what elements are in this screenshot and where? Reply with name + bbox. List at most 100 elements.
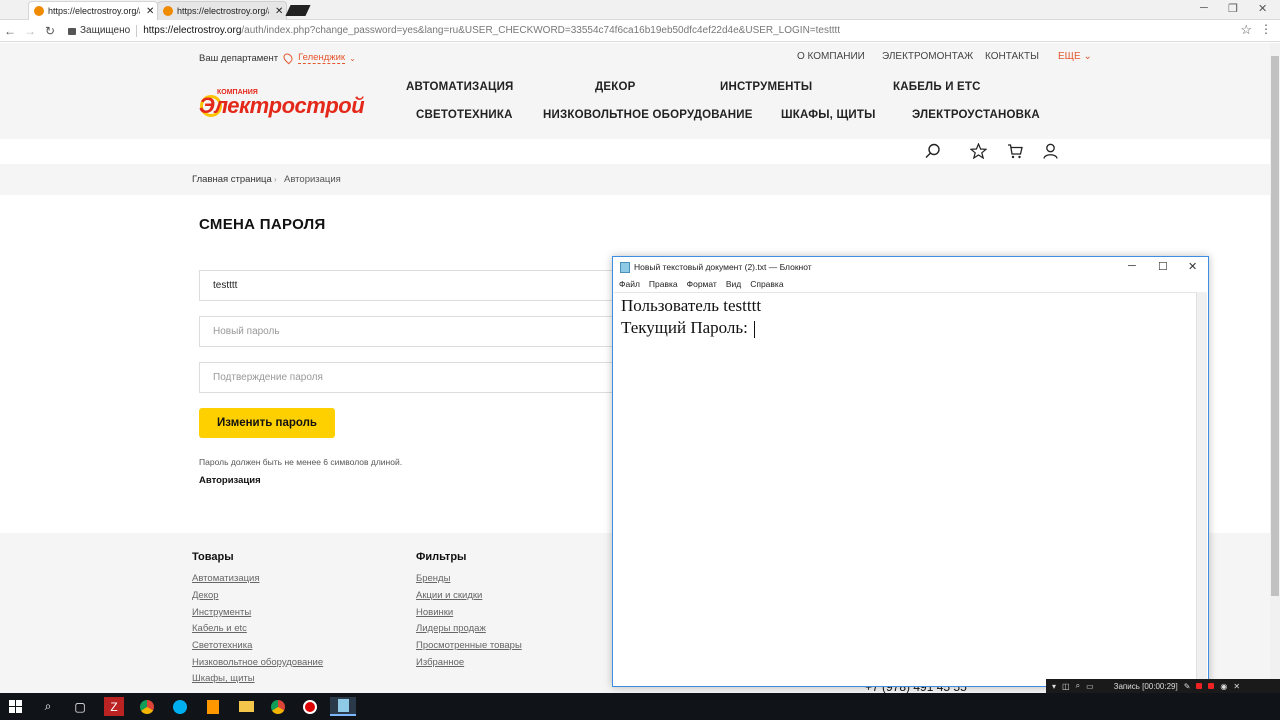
menu-file[interactable]: Файл: [619, 279, 640, 289]
close-icon[interactable]: ✕: [1188, 260, 1197, 273]
lock-icon: [68, 28, 76, 35]
browser-tab-strip: https://electrostroy.org/a ✕ https://ele…: [0, 0, 1280, 20]
start-button[interactable]: [5, 697, 25, 716]
confirm-password-field[interactable]: Подтверждение пароля: [199, 362, 619, 393]
notepad-title-bar[interactable]: Новый текстовый документ (2).txt — Блокн…: [613, 257, 1208, 277]
chrome-icon[interactable]: [268, 697, 288, 716]
filezilla-icon[interactable]: Z: [104, 697, 124, 716]
footer-link[interactable]: Декор: [192, 590, 219, 601]
chrome-icon[interactable]: [137, 697, 157, 716]
footer-link[interactable]: Акции и скидки: [416, 590, 482, 601]
forward-icon[interactable]: →: [20, 24, 40, 38]
back-icon[interactable]: ←: [0, 24, 20, 38]
reload-icon[interactable]: ↻: [40, 24, 60, 38]
footer-link[interactable]: Бренды: [416, 573, 450, 584]
breadcrumb-home[interactable]: Главная страница: [192, 174, 272, 185]
department-label: Ваш департамент: [199, 52, 279, 64]
security-label: Защищено: [80, 25, 131, 36]
menu-lighting[interactable]: СВЕТОТЕХНИКА: [416, 109, 513, 121]
region-icon[interactable]: ▭: [1086, 682, 1094, 691]
text-line: Пользователь testttt: [621, 296, 762, 315]
menu-automation[interactable]: АВТОМАТИЗАЦИЯ: [406, 81, 514, 93]
close-icon[interactable]: ✕: [1233, 682, 1240, 691]
login-field[interactable]: testttt: [199, 270, 619, 301]
camera-icon[interactable]: ◫: [1062, 682, 1070, 691]
footer-link[interactable]: Кабель и etc: [192, 623, 247, 634]
sublime-icon[interactable]: [203, 697, 223, 716]
footer-link[interactable]: Избранное: [416, 657, 464, 668]
recorder-app-icon[interactable]: [300, 697, 320, 716]
footer-link[interactable]: Лидеры продаж: [416, 623, 486, 634]
menu-decor[interactable]: ДЕКОР: [595, 81, 636, 93]
cart-icon[interactable]: [1007, 143, 1023, 164]
task-view-icon[interactable]: ▢: [70, 697, 90, 716]
footer-link[interactable]: Низковольтное оборудование: [192, 657, 323, 668]
menu-view[interactable]: Вид: [726, 279, 741, 289]
notepad-text-area[interactable]: Пользователь testttt Текущий Пароль:: [614, 292, 1197, 685]
password-hint: Пароль должен быть не менее 6 символов д…: [199, 457, 403, 467]
dropdown-icon[interactable]: ▾: [1052, 682, 1056, 691]
tab-title: https://electrostroy.org/a: [177, 6, 269, 16]
browser-tab-1[interactable]: https://electrostroy.org/a ✕: [28, 1, 158, 20]
zoom-icon[interactable]: ⌕: [1076, 681, 1080, 691]
maximize-icon[interactable]: ☐: [1158, 260, 1168, 273]
top-link-more[interactable]: ЕЩЕ ⌄: [1058, 51, 1092, 62]
footer-link[interactable]: Светотехника: [192, 640, 252, 651]
notepad-icon: [620, 261, 630, 273]
close-tab-icon[interactable]: ✕: [146, 6, 154, 17]
close-window-icon[interactable]: ✕: [1258, 2, 1267, 15]
pen-icon[interactable]: ✎: [1184, 682, 1191, 691]
menu-help[interactable]: Справка: [750, 279, 783, 289]
menu-electro-install[interactable]: ЭЛЕКТРОУСТАНОВКА: [912, 109, 1040, 121]
close-tab-icon[interactable]: ✕: [275, 6, 283, 17]
favorites-star-icon[interactable]: [969, 142, 988, 164]
taskbar: ⌕ ▢ Z: [0, 693, 1280, 720]
new-password-field[interactable]: Новый пароль: [199, 316, 619, 347]
top-link-contacts[interactable]: КОНТАКТЫ: [985, 51, 1039, 62]
change-password-button[interactable]: Изменить пароль: [199, 408, 335, 438]
chevron-down-icon: ⌄: [349, 53, 356, 63]
minimize-icon[interactable]: ─: [1128, 260, 1136, 272]
url-host[interactable]: https://electrostroy.org: [143, 25, 241, 36]
screen-recorder-bar: ▾ ◫ ⌕ ▭ Запись [00:00:29] ✎ ◉ ✕: [1046, 679, 1280, 693]
footer-products-title: Товары: [192, 551, 234, 563]
minimize-icon[interactable]: ─: [1200, 2, 1208, 14]
user-icon[interactable]: [1043, 143, 1058, 164]
notepad-title: Новый текстовый документ (2).txt — Блокн…: [634, 262, 812, 272]
footer-link[interactable]: Автоматизация: [192, 573, 260, 584]
page-scrollbar-thumb[interactable]: [1271, 56, 1279, 596]
address-bar: ← → ↻ Защищено https://electrostroy.org /…: [0, 20, 1280, 42]
bookmark-star-icon[interactable]: ☆: [1240, 22, 1252, 38]
site-logo[interactable]: КОМПАНИЯ Электрострой: [199, 87, 365, 118]
file-explorer-icon[interactable]: [236, 697, 256, 716]
menu-tools[interactable]: ИНСТРУМЕНТЫ: [720, 81, 812, 93]
search-icon[interactable]: ⌕: [38, 697, 58, 716]
record-icon[interactable]: [1196, 683, 1203, 689]
footer-link[interactable]: Новинки: [416, 607, 453, 618]
auth-link[interactable]: Авторизация: [199, 475, 261, 486]
search-icon[interactable]: [925, 143, 941, 164]
footer-filters-title: Фильтры: [416, 551, 467, 563]
top-link-electro[interactable]: ЭЛЕКТРОМОНТАЖ: [882, 51, 973, 62]
snapshot-icon[interactable]: ◉: [1220, 682, 1227, 691]
menu-cabinets[interactable]: ШКАФЫ, ЩИТЫ: [781, 109, 876, 121]
menu-low-voltage[interactable]: НИЗКОВОЛЬТНОЕ ОБОРУДОВАНИЕ: [543, 109, 753, 121]
notepad-taskbar-icon[interactable]: [330, 697, 356, 716]
skype-icon[interactable]: [170, 697, 190, 716]
top-link-about[interactable]: О КОМПАНИИ: [797, 51, 865, 62]
new-tab-button[interactable]: [285, 5, 311, 16]
footer-link[interactable]: Просмотренные товары: [416, 640, 522, 651]
stop-icon[interactable]: [1208, 683, 1215, 689]
menu-cable[interactable]: КАБЕЛЬ И ETC: [893, 81, 981, 93]
footer-link[interactable]: Шкафы, щиты: [192, 673, 255, 684]
notepad-scrollbar[interactable]: [1196, 292, 1207, 685]
site-favicon-icon: [34, 6, 44, 16]
menu-edit[interactable]: Правка: [649, 279, 678, 289]
browser-menu-icon[interactable]: ⋮: [1260, 22, 1272, 36]
browser-tab-2[interactable]: https://electrostroy.org/a ✕: [157, 1, 287, 20]
city-link[interactable]: Геленджик: [298, 52, 346, 64]
footer-link[interactable]: Инструменты: [192, 607, 251, 618]
url-path[interactable]: /auth/index.php?change_password=yes&lang…: [241, 25, 840, 36]
menu-format[interactable]: Формат: [687, 279, 717, 289]
restore-icon[interactable]: ❐: [1228, 2, 1238, 15]
